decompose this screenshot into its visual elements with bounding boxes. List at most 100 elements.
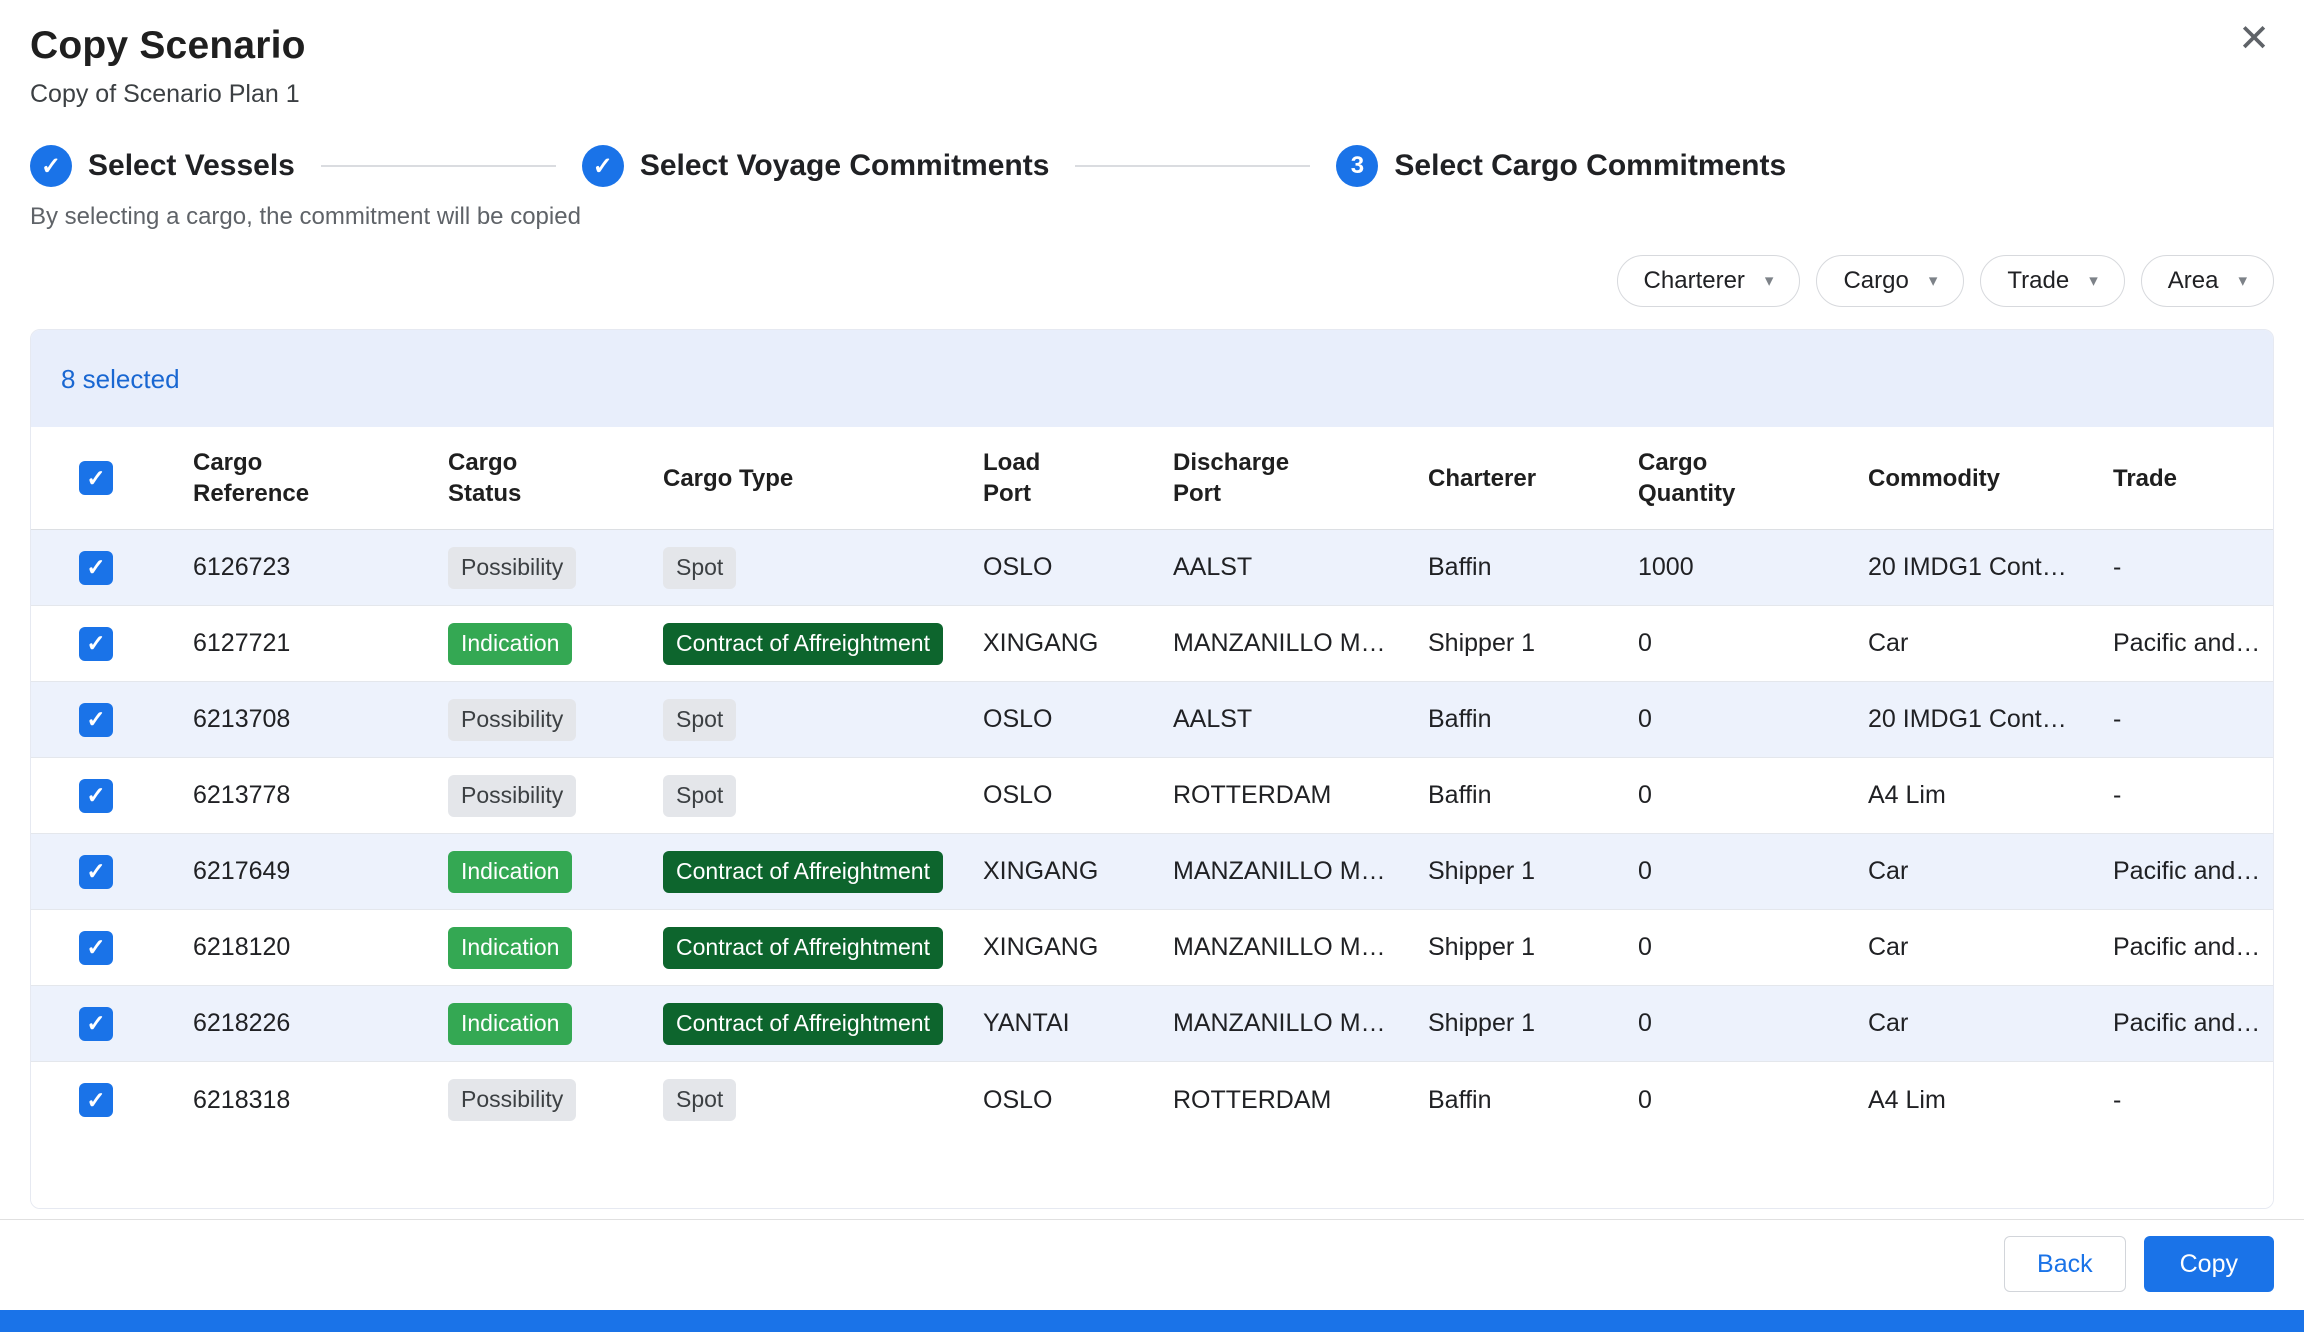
cell-charterer: Shipper 1: [1396, 910, 1606, 986]
dialog-header: Copy Scenario Copy of Scenario Plan 1 ✕: [0, 0, 2304, 109]
cell-charterer: Baffin: [1396, 682, 1606, 758]
cell-discharge-port: ROTTERDAM: [1141, 758, 1396, 834]
row-checkbox[interactable]: ✓: [79, 1007, 113, 1041]
cell-discharge-port: MANZANILLO MEX: [1141, 910, 1396, 986]
step-connector: [321, 165, 556, 167]
table-row[interactable]: ✓ 6127721 Indication Contract of Affreig…: [31, 606, 2273, 682]
row-checkbox[interactable]: ✓: [79, 551, 113, 585]
cell-cargo-reference: 6213708: [161, 682, 416, 758]
check-icon: ✓: [41, 152, 61, 181]
page-title: Copy Scenario: [30, 24, 2274, 68]
row-checkbox-cell: ✓: [31, 834, 161, 910]
cell-cargo-quantity: 0: [1606, 910, 1836, 986]
cell-cargo-type: Spot: [631, 1062, 951, 1138]
cell-cargo-quantity: 0: [1606, 1062, 1836, 1138]
step1-complete-circle: ✓: [30, 145, 72, 187]
cell-load-port: OSLO: [951, 1062, 1141, 1138]
row-checkbox[interactable]: ✓: [79, 1083, 113, 1117]
row-checkbox[interactable]: ✓: [79, 779, 113, 813]
header-line: Load: [983, 447, 1141, 478]
table-row[interactable]: ✓ 6218120 Indication Contract of Affreig…: [31, 910, 2273, 986]
header-line: Commodity: [1868, 463, 2081, 494]
cell-commodity: Car: [1836, 834, 2081, 910]
table-row[interactable]: ✓ 6217649 Indication Contract of Affreig…: [31, 834, 2273, 910]
table-header-row: ✓ Cargo Reference Cargo Status Cargo Typ…: [31, 427, 2273, 530]
selection-count: 8 selected: [61, 364, 180, 394]
col-header-cargo-quantity: Cargo Quantity: [1606, 427, 1836, 530]
header-line: Trade: [2113, 463, 2273, 494]
step-select-voyage-commitments[interactable]: ✓ Select Voyage Commitments: [582, 145, 1050, 187]
cargo-type-badge: Contract of Affreightment: [663, 623, 943, 665]
row-checkbox-cell: ✓: [31, 910, 161, 986]
table-row[interactable]: ✓ 6218226 Indication Contract of Affreig…: [31, 986, 2273, 1062]
table-row[interactable]: ✓ 6126723 Possibility Spot OSLO AALST Ba…: [31, 530, 2273, 606]
cargo-type-badge: Contract of Affreightment: [663, 851, 943, 893]
cell-commodity: 20 IMDG1 Conta…: [1836, 530, 2081, 606]
cell-charterer: Shipper 1: [1396, 834, 1606, 910]
select-all-cell: ✓: [31, 427, 161, 530]
chevron-down-icon: ▾: [1765, 271, 1774, 291]
table-row[interactable]: ✓ 6213778 Possibility Spot OSLO ROTTERDA…: [31, 758, 2273, 834]
filter-charterer-label: Charterer: [1644, 267, 1745, 295]
cell-discharge-port: ROTTERDAM: [1141, 1062, 1396, 1138]
back-button[interactable]: Back: [2004, 1236, 2126, 1292]
col-header-discharge-port: Discharge Port: [1141, 427, 1396, 530]
col-header-trade: Trade: [2081, 427, 2273, 530]
cell-cargo-type: Spot: [631, 758, 951, 834]
col-header-cargo-reference: Cargo Reference: [161, 427, 416, 530]
cell-cargo-status: Indication: [416, 910, 631, 986]
col-header-charterer: Charterer: [1396, 427, 1606, 530]
cargo-status-badge: Indication: [448, 851, 572, 893]
row-checkbox[interactable]: ✓: [79, 931, 113, 965]
cargo-status-badge: Indication: [448, 1003, 572, 1045]
cell-cargo-type: Spot: [631, 530, 951, 606]
row-checkbox[interactable]: ✓: [79, 627, 113, 661]
cargo-commitments-panel: 8 selected ✓ Cargo Reference Cargo Statu…: [30, 329, 2274, 1209]
cell-load-port: OSLO: [951, 530, 1141, 606]
table-row[interactable]: ✓ 6218318 Possibility Spot OSLO ROTTERDA…: [31, 1062, 2273, 1138]
cargo-status-badge: Possibility: [448, 547, 576, 589]
cell-charterer: Shipper 1: [1396, 986, 1606, 1062]
filter-charterer[interactable]: Charterer ▾: [1617, 255, 1801, 307]
cell-load-port: YANTAI: [951, 986, 1141, 1062]
header-line: Discharge: [1173, 447, 1396, 478]
header-line: Cargo: [448, 447, 631, 478]
cell-discharge-port: MANZANILLO MEX: [1141, 606, 1396, 682]
cell-cargo-type: Spot: [631, 682, 951, 758]
helper-text: By selecting a cargo, the commitment wil…: [0, 203, 2304, 231]
cell-charterer: Baffin: [1396, 530, 1606, 606]
header-line: Quantity: [1638, 478, 1836, 509]
cargo-type-badge: Spot: [663, 1079, 736, 1121]
cargo-status-badge: Indication: [448, 623, 572, 665]
cargo-type-badge: Contract of Affreightment: [663, 927, 943, 969]
close-icon[interactable]: ✕: [2238, 20, 2270, 58]
row-checkbox[interactable]: ✓: [79, 703, 113, 737]
filter-trade[interactable]: Trade ▾: [1980, 255, 2124, 307]
cell-cargo-reference: 6213778: [161, 758, 416, 834]
cell-cargo-reference: 6218120: [161, 910, 416, 986]
dialog-footer: Back Copy: [0, 1219, 2304, 1310]
cell-cargo-status: Indication: [416, 606, 631, 682]
cell-cargo-status: Possibility: [416, 682, 631, 758]
row-checkbox[interactable]: ✓: [79, 855, 113, 889]
cell-cargo-quantity: 0: [1606, 682, 1836, 758]
table-row[interactable]: ✓ 6213708 Possibility Spot OSLO AALST Ba…: [31, 682, 2273, 758]
step-select-vessels[interactable]: ✓ Select Vessels: [30, 145, 295, 187]
cell-trade: -: [2081, 682, 2273, 758]
cell-cargo-type: Contract of Affreightment: [631, 606, 951, 682]
step-select-cargo-commitments[interactable]: 3 Select Cargo Commitments: [1336, 145, 1786, 187]
cell-cargo-quantity: 0: [1606, 758, 1836, 834]
filter-area[interactable]: Area ▾: [2141, 255, 2274, 307]
cargo-status-badge: Indication: [448, 927, 572, 969]
filter-cargo[interactable]: Cargo ▾: [1816, 255, 1964, 307]
cell-trade: Pacific and So…: [2081, 834, 2273, 910]
cargo-status-badge: Possibility: [448, 699, 576, 741]
cell-cargo-reference: 6217649: [161, 834, 416, 910]
cell-cargo-quantity: 0: [1606, 606, 1836, 682]
cell-cargo-reference: 6218318: [161, 1062, 416, 1138]
cell-load-port: OSLO: [951, 682, 1141, 758]
table-bottom-space: [31, 1138, 2273, 1208]
copy-button[interactable]: Copy: [2144, 1236, 2274, 1292]
filter-cargo-label: Cargo: [1843, 267, 1908, 295]
select-all-checkbox[interactable]: ✓: [79, 461, 113, 495]
